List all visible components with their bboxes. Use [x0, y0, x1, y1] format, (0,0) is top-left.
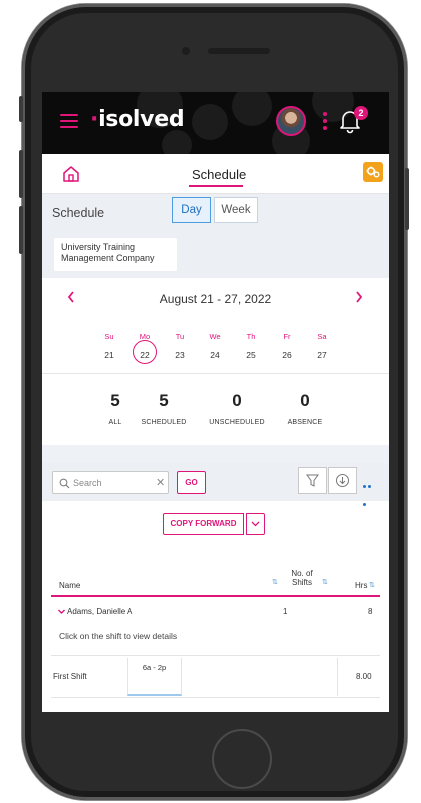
row-divider — [51, 697, 380, 698]
calendar-date-selected[interactable]: 22 — [131, 350, 159, 360]
chevron-down-icon — [251, 521, 260, 527]
company-selector[interactable]: University Training Management Company — [54, 238, 177, 271]
settings-button[interactable] — [363, 162, 383, 182]
shift-cell[interactable]: 6a - 2p — [127, 658, 182, 696]
page-title: Schedule — [192, 167, 247, 182]
filter-button[interactable] — [298, 467, 327, 494]
column-hours-header[interactable]: Hrs — [355, 581, 367, 590]
count-scheduled-label: SCHEDULED — [141, 419, 187, 426]
shift-name: First Shift — [53, 672, 87, 681]
isolved-logo: ·isolved — [90, 107, 185, 132]
schedule-counts: 5 ALL 5 SCHEDULED 0 UNSCHEDULED 0 ABSENC… — [42, 373, 389, 445]
weekday-label: Su — [104, 332, 114, 341]
calendar-date[interactable]: 21 — [95, 350, 123, 360]
logo-text: isolved — [98, 107, 185, 132]
employee-hours: 8 — [368, 607, 373, 616]
calendar-date[interactable]: 23 — [166, 350, 194, 360]
more-horizontal-icon[interactable] — [363, 475, 377, 506]
week-calendar: August 21 - 27, 2022 Su Mo Tu We Th Fr S… — [42, 278, 389, 372]
clear-icon[interactable]: ✕ — [156, 476, 165, 489]
employee-shift-count: 1 — [283, 607, 288, 616]
app-screen: ·isolved 2 Schedule Schedule Day Week Un… — [42, 92, 389, 712]
notification-badge: 2 — [354, 106, 368, 120]
go-button[interactable]: GO — [177, 471, 206, 494]
speaker — [208, 48, 270, 54]
home-icon[interactable] — [61, 164, 81, 184]
count-unscheduled[interactable]: 0 — [227, 391, 247, 411]
menu-icon[interactable] — [60, 114, 78, 128]
count-absence-label: ABSENCE — [287, 419, 323, 426]
more-vertical-icon[interactable] — [323, 112, 327, 132]
row-divider — [51, 655, 380, 656]
sort-icon[interactable]: ⇅ — [369, 581, 375, 589]
phone-side-button — [19, 206, 23, 254]
count-scheduled[interactable]: 5 — [154, 391, 174, 411]
schedule-label: Schedule — [52, 206, 105, 220]
copy-forward-dropdown[interactable] — [246, 513, 265, 535]
weekday-label: Th — [246, 332, 256, 341]
count-all[interactable]: 5 — [105, 391, 125, 411]
title-underline — [189, 185, 243, 187]
count-unscheduled-label: UNSCHEDULED — [209, 419, 265, 426]
copy-forward-button[interactable]: COPY FORWARD — [163, 513, 244, 535]
page-titlebar: Schedule — [42, 154, 389, 194]
column-shifts-header[interactable]: No. of Shifts — [287, 569, 317, 587]
gears-icon — [366, 166, 380, 178]
next-week-icon[interactable] — [354, 290, 364, 304]
table-header-divider — [51, 595, 380, 597]
phone-home-button[interactable] — [212, 729, 272, 789]
employee-name[interactable]: Adams, Danielle A — [67, 607, 132, 616]
schedule-toolbar: Schedule Day Week University Training Ma… — [42, 194, 389, 278]
weekday-label: Fr — [283, 332, 291, 341]
sort-icon[interactable]: ⇅ — [272, 578, 278, 586]
download-button[interactable] — [328, 467, 357, 494]
phone-side-button — [405, 168, 409, 230]
calendar-date[interactable]: 27 — [308, 350, 336, 360]
date-range: August 21 - 27, 2022 — [159, 292, 272, 306]
view-day-button[interactable]: Day — [172, 197, 211, 223]
column-divider — [337, 658, 338, 696]
count-all-label: ALL — [108, 419, 122, 426]
view-week-button[interactable]: Week — [214, 197, 258, 223]
shift-hint: Click on the shift to view details — [59, 631, 178, 641]
camera — [182, 47, 190, 55]
calendar-date[interactable]: 25 — [237, 350, 265, 360]
calendar-date[interactable]: 26 — [273, 350, 301, 360]
search-input[interactable] — [73, 475, 143, 490]
sort-icon[interactable]: ⇅ — [322, 578, 328, 586]
count-absence[interactable]: 0 — [295, 391, 315, 411]
filter-icon — [306, 474, 319, 487]
phone-side-button — [19, 96, 23, 122]
search-icon — [59, 478, 70, 489]
app-header: ·isolved 2 — [42, 92, 389, 154]
section-divider — [42, 445, 389, 463]
weekday-label: Tu — [175, 332, 185, 341]
search-box: ✕ — [52, 471, 169, 494]
column-name-header[interactable]: Name — [59, 581, 80, 590]
calendar-date[interactable]: 24 — [201, 350, 229, 360]
phone-side-button — [19, 150, 23, 198]
weekday-label: We — [209, 332, 221, 341]
shift-hours: 8.00 — [356, 672, 372, 681]
download-icon — [336, 474, 349, 487]
filter-bar: ✕ GO — [42, 463, 389, 506]
weekday-label: Sa — [317, 332, 327, 341]
user-avatar[interactable] — [276, 106, 306, 136]
chevron-down-icon[interactable] — [57, 607, 66, 616]
